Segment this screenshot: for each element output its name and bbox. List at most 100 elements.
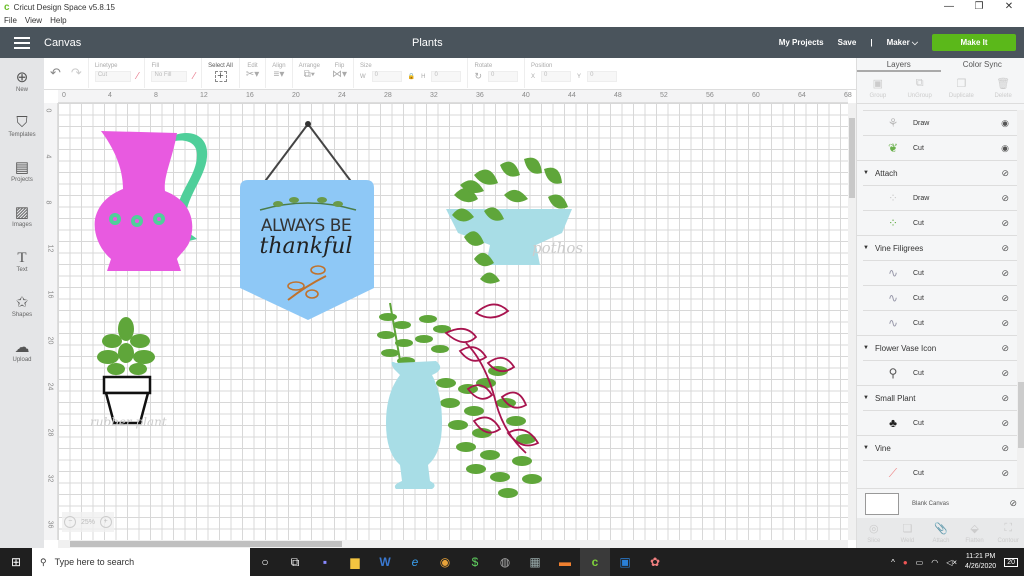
menu-view[interactable]: View <box>25 16 42 25</box>
eye-hidden-icon[interactable]: ⊘ <box>1001 193 1009 204</box>
layer-group[interactable]: ▼ Attach ⊘ <box>857 160 1017 185</box>
layer-item[interactable]: ❦ Cut ◉ <box>863 135 1017 160</box>
sidebar-item-projects[interactable]: ▤ Projects <box>0 148 44 193</box>
layer-item[interactable]: ∿ Cut ⊘ <box>863 285 1017 310</box>
group-button[interactable]: ▣ Group <box>857 72 899 103</box>
layer-item[interactable]: ⁘ Draw ⊘ <box>863 185 1017 210</box>
blank-canvas-row[interactable]: Blank Canvas ⊘ <box>857 488 1024 518</box>
battery-icon[interactable]: ▭ <box>916 558 924 567</box>
money-app-icon[interactable]: $ <box>460 548 490 576</box>
ungroup-button[interactable]: ⧉ UnGroup <box>899 72 941 103</box>
layer-group[interactable]: ▼ Small Plant ⊘ <box>857 385 1017 410</box>
eye-hidden-icon[interactable]: ⊘ <box>1001 468 1009 479</box>
y-input[interactable]: 0 <box>587 71 618 82</box>
zoom-in-button[interactable]: + <box>99 516 112 528</box>
task-view-icon[interactable]: ⧉ <box>280 548 310 576</box>
machine-select[interactable]: Maker ⌵ <box>887 38 918 48</box>
collapse-triangle-icon[interactable]: ▼ <box>863 395 869 401</box>
height-input[interactable]: 0 <box>431 71 462 82</box>
pothos-design[interactable] <box>444 155 604 285</box>
eye-hidden-icon[interactable]: ⊘ <box>1001 218 1009 229</box>
duplicate-button[interactable]: ❐ Duplicate <box>941 72 983 103</box>
outlook-icon[interactable]: ▣ <box>610 548 640 576</box>
sidebar-item-images[interactable]: ▨ Images <box>0 193 44 238</box>
start-button[interactable]: ⊞ <box>0 555 32 569</box>
restore-button[interactable]: ❐ <box>964 0 994 14</box>
sidebar-item-templates[interactable]: ⛉ Templates <box>0 103 44 148</box>
canvas-horizontal-scrollbar[interactable] <box>58 540 848 548</box>
wifi-icon[interactable]: ◠ <box>931 558 938 567</box>
canvas-vertical-scrollbar[interactable] <box>848 103 856 540</box>
layer-item[interactable]: ⁘ Cut ⊘ <box>863 210 1017 235</box>
menu-help[interactable]: Help <box>50 16 66 25</box>
linetype-color-swatch[interactable]: ⁄ <box>137 71 139 82</box>
fill-select[interactable]: No Fill <box>151 71 188 82</box>
layer-item[interactable]: ∿ Cut ⊘ <box>863 310 1017 335</box>
network-warning-icon[interactable]: ● <box>903 558 908 567</box>
cricut-taskbar-icon[interactable]: c <box>580 548 610 576</box>
weld-button[interactable]: ❏ Weld <box>891 518 925 548</box>
layers-scrollbar[interactable] <box>1017 110 1024 488</box>
hamburger-menu-icon[interactable] <box>14 36 30 49</box>
app-flower-icon[interactable]: ✿ <box>640 548 670 576</box>
edge-icon[interactable]: e <box>400 548 430 576</box>
scrollbar-thumb[interactable] <box>70 541 342 547</box>
save-button[interactable]: Save <box>838 38 857 47</box>
collapse-triangle-icon[interactable]: ▼ <box>863 345 869 351</box>
sidebar-item-text[interactable]: T Text <box>0 238 44 283</box>
align-dropdown[interactable]: ≡▾ <box>273 69 284 80</box>
make-it-button[interactable]: Make It <box>932 34 1016 51</box>
zoom-out-button[interactable]: − <box>64 516 77 528</box>
delete-button[interactable]: 🗑 Delete <box>982 72 1024 103</box>
rotate-input[interactable]: 0 <box>488 71 519 82</box>
eye-hidden-icon[interactable]: ⊘ <box>1001 368 1009 379</box>
redo-button[interactable]: ↷ <box>71 65 82 81</box>
edit-dropdown[interactable]: ✂▾ <box>246 69 259 80</box>
word-icon[interactable]: W <box>370 548 400 576</box>
layer-group[interactable]: ▼ Vine ⊘ <box>857 435 1017 460</box>
eye-hidden-icon[interactable]: ⊘ <box>1001 318 1009 329</box>
eye-hidden-icon[interactable]: ⊘ <box>1001 293 1009 304</box>
arrange-dropdown[interactable]: ⧉▾ <box>304 69 315 80</box>
eye-hidden-icon[interactable]: ⊘ <box>1001 393 1009 404</box>
collapse-triangle-icon[interactable]: ▼ <box>863 245 869 251</box>
eye-hidden-icon[interactable]: ⊘ <box>1001 268 1009 279</box>
eye-hidden-icon[interactable]: ⊘ <box>1001 343 1009 354</box>
layer-item[interactable]: ⚲ Cut ⊘ <box>863 360 1017 385</box>
linetype-select[interactable]: Cut <box>94 71 131 82</box>
undo-button[interactable]: ↶ <box>50 65 61 81</box>
width-input[interactable]: 0 <box>371 71 402 82</box>
tab-color-sync[interactable]: Color Sync <box>941 58 1024 72</box>
attach-button[interactable]: 📎 Attach <box>924 518 958 548</box>
fill-color-swatch[interactable]: ⁄ <box>193 71 195 82</box>
x-input[interactable]: 0 <box>541 71 572 82</box>
photos-app-icon[interactable]: ▦ <box>520 548 550 576</box>
app-terminal-icon[interactable]: ▪ <box>310 548 340 576</box>
sidebar-item-shapes[interactable]: ✩ Shapes <box>0 283 44 328</box>
eye-hidden-icon[interactable]: ⊘ <box>1009 498 1017 509</box>
eye-hidden-icon[interactable]: ⊘ <box>1001 168 1009 179</box>
layer-item[interactable]: ♣ Cut ⊘ <box>863 410 1017 435</box>
tab-layers[interactable]: Layers <box>857 58 941 72</box>
scrollbar-thumb[interactable] <box>849 118 855 198</box>
eye-hidden-icon[interactable]: ⊘ <box>1001 418 1009 429</box>
eye-hidden-icon[interactable]: ⊘ <box>1001 443 1009 454</box>
eye-icon[interactable]: ◉ <box>1001 118 1009 129</box>
layer-group[interactable]: ▼ Flower Vase Icon ⊘ <box>857 335 1017 360</box>
scrollbar-thumb[interactable] <box>1018 382 1024 448</box>
cortana-icon[interactable]: ○ <box>250 548 280 576</box>
layer-item[interactable]: ∿ Cut ⊘ <box>863 260 1017 285</box>
menu-file[interactable]: File <box>4 16 17 25</box>
slice-button[interactable]: ◎ Slice <box>857 518 891 548</box>
eye-hidden-icon[interactable]: ⊘ <box>1001 243 1009 254</box>
flatten-button[interactable]: ⬙ Flatten <box>958 518 992 548</box>
volume-muted-icon[interactable]: ◁× <box>946 558 957 567</box>
my-projects-link[interactable]: My Projects <box>779 38 824 47</box>
pitcher-design[interactable] <box>93 127 213 273</box>
taskbar-search[interactable]: ⚲ Type here to search <box>32 548 250 576</box>
design-canvas[interactable]: ALWAYS BE thankful pothos rubber plant −… <box>58 103 848 540</box>
camera-app-icon[interactable]: ◍ <box>490 548 520 576</box>
collapse-triangle-icon[interactable]: ▼ <box>863 170 869 176</box>
sidebar-item-new[interactable]: ⊕ New <box>0 58 44 103</box>
clock[interactable]: 11:21 PM 4/26/2020 <box>965 552 996 572</box>
